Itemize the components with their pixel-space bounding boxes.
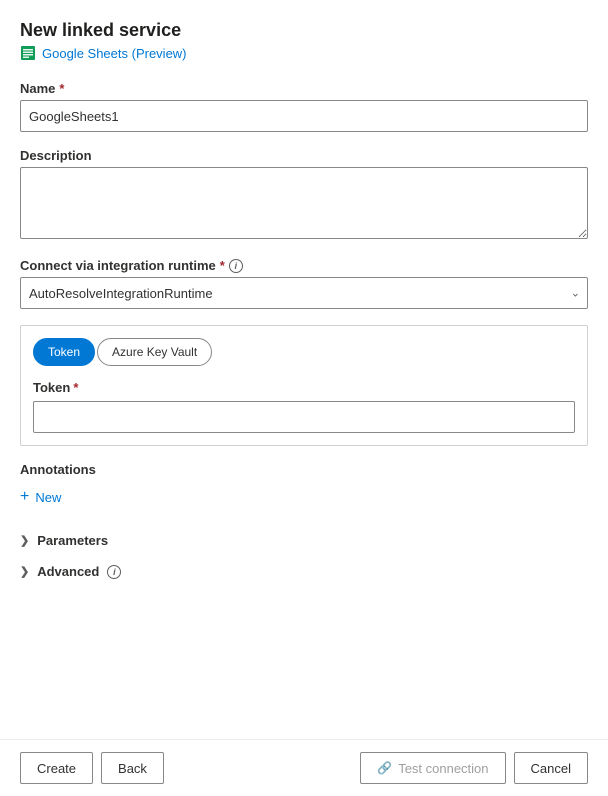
runtime-required: *: [220, 258, 225, 273]
service-subtitle: Google Sheets (Preview): [42, 46, 187, 61]
back-button[interactable]: Back: [101, 752, 164, 784]
link-icon: 🔗: [377, 761, 392, 775]
test-connection-button[interactable]: 🔗 Test connection: [360, 752, 505, 784]
advanced-chevron-icon: ❯: [20, 565, 29, 578]
runtime-select[interactable]: AutoResolveIntegrationRuntime: [20, 277, 588, 309]
page-title: New linked service: [20, 20, 588, 41]
annotations-section: Annotations + New: [20, 462, 588, 509]
runtime-info-icon[interactable]: i: [229, 259, 243, 273]
description-input[interactable]: [20, 167, 588, 239]
add-annotation-button[interactable]: + New: [20, 485, 61, 509]
plus-icon: +: [20, 489, 29, 505]
description-label: Description: [20, 148, 588, 163]
advanced-toggle[interactable]: ❯ Advanced i: [20, 556, 121, 587]
token-tab[interactable]: Token: [33, 338, 95, 366]
sheets-icon: [20, 45, 36, 61]
name-required: *: [59, 81, 64, 96]
parameters-chevron-icon: ❯: [20, 534, 29, 547]
name-input[interactable]: [20, 100, 588, 132]
name-label: Name *: [20, 81, 588, 96]
create-button[interactable]: Create: [20, 752, 93, 784]
azure-key-vault-tab[interactable]: Azure Key Vault: [97, 338, 212, 366]
cancel-button[interactable]: Cancel: [514, 752, 588, 784]
auth-tab-row: Token Azure Key Vault: [33, 338, 575, 366]
annotations-label: Annotations: [20, 462, 588, 477]
runtime-label: Connect via integration runtime * i: [20, 258, 588, 273]
footer: Create Back 🔗 Test connection Cancel: [0, 739, 608, 796]
token-label: Token *: [33, 380, 575, 395]
parameters-toggle[interactable]: ❯ Parameters: [20, 525, 108, 556]
auth-section: Token Azure Key Vault Token *: [20, 325, 588, 446]
advanced-info-icon[interactable]: i: [107, 565, 121, 579]
token-input[interactable]: [33, 401, 575, 433]
token-required: *: [73, 380, 78, 395]
